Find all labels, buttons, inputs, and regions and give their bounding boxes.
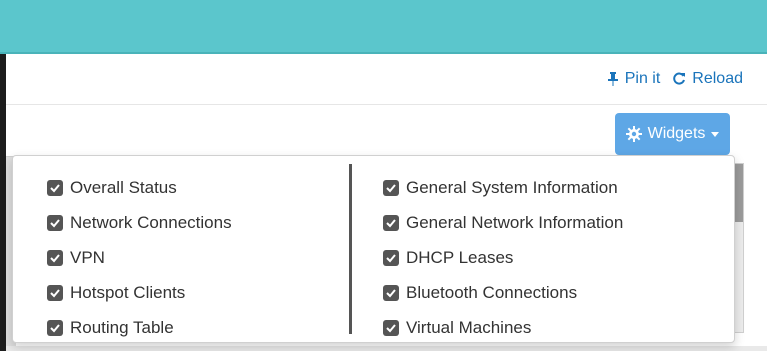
widget-option-label: General Network Information xyxy=(406,212,624,232)
reload-label: Reload xyxy=(692,70,743,87)
reload-button[interactable]: Reload xyxy=(672,70,743,88)
checkbox-checked-icon[interactable] xyxy=(47,284,63,301)
widget-option-general-network-information[interactable]: General Network Information xyxy=(383,205,623,240)
widget-option-label: VPN xyxy=(70,247,105,267)
header-actions: Pin it Reload xyxy=(607,70,743,88)
widget-option-network-connections[interactable]: Network Connections xyxy=(47,205,232,240)
checkbox-checked-icon[interactable] xyxy=(47,214,63,231)
checkbox-checked-icon[interactable] xyxy=(383,179,399,196)
widgets-button-label: Widgets xyxy=(647,125,706,142)
widget-option-label: DHCP Leases xyxy=(406,247,514,267)
top-banner xyxy=(0,0,767,54)
widgets-column-right: General System Information General Netwo… xyxy=(383,170,623,345)
checkbox-checked-icon[interactable] xyxy=(383,249,399,266)
pin-it-button[interactable]: Pin it xyxy=(607,70,661,88)
column-divider xyxy=(349,164,352,334)
gear-icon xyxy=(625,126,642,142)
widget-option-general-system-information[interactable]: General System Information xyxy=(383,170,623,205)
checkbox-checked-icon[interactable] xyxy=(383,284,399,301)
chevron-down-icon xyxy=(711,131,720,137)
pin-it-label: Pin it xyxy=(624,70,661,87)
widget-option-label: Virtual Machines xyxy=(406,317,532,337)
widget-option-label: Overall Status xyxy=(70,177,177,197)
checkbox-checked-icon[interactable] xyxy=(383,319,399,336)
background-bottom-strip xyxy=(6,346,767,351)
widget-option-label: General System Information xyxy=(406,177,618,197)
widgets-column-left: Overall Status Network Connections VPN H… xyxy=(47,170,232,345)
widget-option-label: Routing Table xyxy=(70,317,174,337)
widget-option-dhcp-leases[interactable]: DHCP Leases xyxy=(383,240,623,275)
widget-option-virtual-machines[interactable]: Virtual Machines xyxy=(383,310,623,345)
page-header-bar: Pin it Reload xyxy=(6,54,767,105)
widgets-dropdown-button[interactable]: Widgets xyxy=(615,113,730,155)
checkbox-checked-icon[interactable] xyxy=(47,319,63,336)
widget-option-hotspot-clients[interactable]: Hotspot Clients xyxy=(47,275,232,310)
widget-option-label: Hotspot Clients xyxy=(70,282,186,302)
widgets-dropdown-menu: Overall Status Network Connections VPN H… xyxy=(12,155,735,343)
checkbox-checked-icon[interactable] xyxy=(383,214,399,231)
checkbox-checked-icon[interactable] xyxy=(47,179,63,196)
widget-option-label: Bluetooth Connections xyxy=(406,282,578,302)
widget-option-label: Network Connections xyxy=(70,212,232,232)
widget-option-vpn[interactable]: VPN xyxy=(47,240,232,275)
widget-option-bluetooth-connections[interactable]: Bluetooth Connections xyxy=(383,275,623,310)
widget-option-routing-table[interactable]: Routing Table xyxy=(47,310,232,345)
widget-option-overall-status[interactable]: Overall Status xyxy=(47,170,232,205)
scrollbar-thumb[interactable] xyxy=(735,164,743,222)
reload-icon xyxy=(673,72,686,85)
checkbox-checked-icon[interactable] xyxy=(47,249,63,266)
pin-icon xyxy=(607,72,618,86)
